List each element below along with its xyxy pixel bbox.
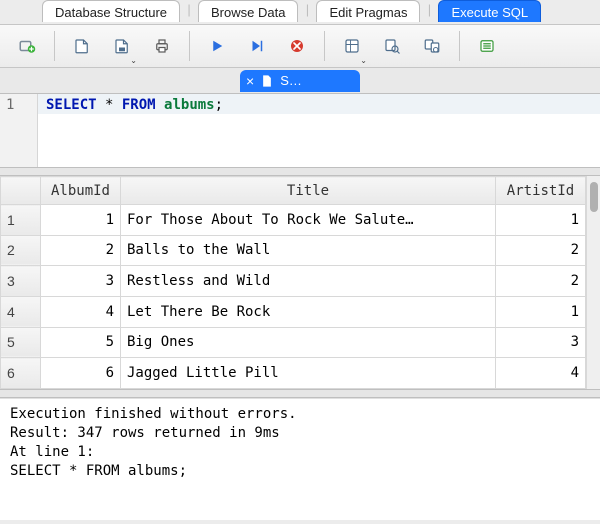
row-header[interactable]: 3 [1,266,41,297]
results-table[interactable]: AlbumId Title ArtistId 11For Those About… [0,176,586,389]
open-file-icon [73,37,91,55]
sql-text [156,97,164,113]
cell-artistid[interactable]: 2 [496,235,586,266]
cell-albumid[interactable]: 6 [41,358,121,389]
scroll-thumb[interactable] [590,182,598,212]
editor-gutter: 1 [0,94,38,167]
table-body: 11For Those About To Rock We Salute…1 22… [1,205,586,389]
corner-header[interactable] [1,177,41,205]
cell-title[interactable]: Restless and Wild [121,266,496,297]
tab-separator: | [298,0,316,17]
vertical-scrollbar[interactable] [586,176,600,389]
table-header-row: AlbumId Title ArtistId [1,177,586,205]
sql-doc-tab[interactable]: × S… [240,70,360,92]
sql-file-icon [260,74,274,88]
save-results-icon [343,37,361,55]
find-button[interactable] [375,31,409,61]
tab-label: Database Structure [55,5,167,20]
find-replace-button[interactable] [415,31,449,61]
cell-albumid[interactable]: 2 [41,235,121,266]
doc-tab-label: S… [280,73,302,88]
table-row[interactable]: 44Let There Be Rock1 [1,296,586,327]
new-sql-tab-button[interactable] [10,31,44,61]
row-header[interactable]: 5 [1,327,41,358]
doc-tab-row: × S… [0,68,600,94]
tab-label: Execute SQL [451,5,528,20]
row-header[interactable]: 1 [1,205,41,236]
sql-editor[interactable]: 1 SELECT * FROM albums; [0,94,600,168]
table-row[interactable]: 66Jagged Little Pill4 [1,358,586,389]
cell-albumid[interactable]: 4 [41,296,121,327]
cell-artistid[interactable]: 3 [496,327,586,358]
cell-albumid[interactable]: 1 [41,205,121,236]
tab-separator: | [180,0,198,17]
table-row[interactable]: 55Big Ones3 [1,327,586,358]
toolbar-divider [324,31,325,61]
find-replace-icon [423,37,441,55]
toolbar-divider [54,31,55,61]
close-icon[interactable]: × [246,74,254,88]
column-header-albumid[interactable]: AlbumId [41,177,121,205]
save-sql-button[interactable]: ⌄ [105,31,139,61]
tab-label: Browse Data [211,5,285,20]
cell-artistid[interactable]: 2 [496,266,586,297]
main-tabbar: Database Structure | Browse Data | Edit … [0,0,600,24]
tab-separator: | [420,0,438,17]
tab-label: Edit Pragmas [329,5,407,20]
cell-title[interactable]: Jagged Little Pill [121,358,496,389]
cell-title[interactable]: Big Ones [121,327,496,358]
editor-code[interactable]: SELECT * FROM albums; [38,94,600,167]
save-file-icon [113,37,131,55]
cell-title[interactable]: Balls to the Wall [121,235,496,266]
open-sql-button[interactable] [65,31,99,61]
chevron-down-icon: ⌄ [130,56,137,65]
play-to-line-icon [248,37,266,55]
cell-title[interactable]: For Those About To Rock We Salute… [121,205,496,236]
toolbar-divider [459,31,460,61]
sql-identifier: albums [164,97,215,113]
line-number: 1 [6,97,14,113]
sql-keyword: FROM [122,97,156,113]
cell-albumid[interactable]: 3 [41,266,121,297]
execute-all-button[interactable] [200,31,234,61]
horizontal-splitter[interactable] [0,390,600,398]
table-row[interactable]: 33Restless and Wild2 [1,266,586,297]
stop-icon [288,37,306,55]
execute-line-button[interactable] [240,31,274,61]
table-row[interactable]: 11For Those About To Rock We Salute…1 [1,205,586,236]
sql-text: ; [215,97,223,113]
sql-text: * [97,97,122,113]
column-header-title[interactable]: Title [121,177,496,205]
print-button[interactable] [145,31,179,61]
tab-edit-pragmas[interactable]: Edit Pragmas [316,0,420,22]
cell-title[interactable]: Let There Be Rock [121,296,496,327]
row-header[interactable]: 6 [1,358,41,389]
toggle-log-button[interactable] [470,31,504,61]
column-header-artistid[interactable]: ArtistId [496,177,586,205]
row-header[interactable]: 2 [1,235,41,266]
results-panel: AlbumId Title ArtistId 11For Those About… [0,176,600,390]
play-icon [208,37,226,55]
toolbar: ⌄ ⌄ [0,24,600,68]
sql-keyword: SELECT [46,97,97,113]
save-results-button[interactable]: ⌄ [335,31,369,61]
toolbar-divider [189,31,190,61]
tab-execute-sql[interactable]: Execute SQL [438,0,541,22]
tab-browse-data[interactable]: Browse Data [198,0,298,22]
row-header[interactable]: 4 [1,296,41,327]
cell-artistid[interactable]: 1 [496,205,586,236]
cell-artistid[interactable]: 1 [496,296,586,327]
stop-button[interactable] [280,31,314,61]
table-row[interactable]: 22Balls to the Wall2 [1,235,586,266]
tab-database-structure[interactable]: Database Structure [42,0,180,22]
cell-albumid[interactable]: 5 [41,327,121,358]
list-icon [478,37,496,55]
new-tab-icon [18,37,36,55]
cell-artistid[interactable]: 4 [496,358,586,389]
printer-icon [153,37,171,55]
horizontal-splitter[interactable] [0,168,600,176]
execution-log[interactable]: Execution finished without errors. Resul… [0,398,600,520]
chevron-down-icon: ⌄ [360,56,367,65]
find-icon [383,37,401,55]
